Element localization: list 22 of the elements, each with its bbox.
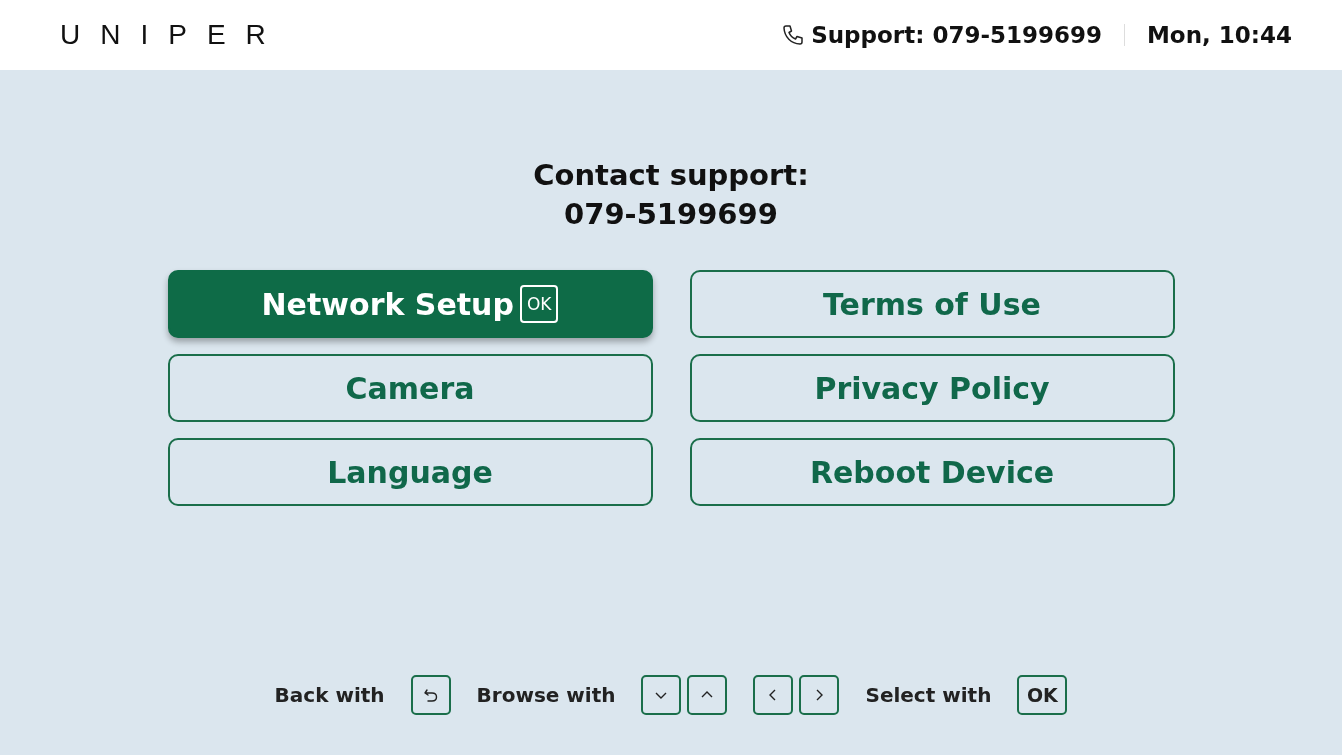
up-key-icon (687, 675, 728, 715)
menu-button[interactable]: Camera (167, 354, 653, 422)
phone-icon (781, 23, 806, 47)
select-hint: Select with (865, 683, 992, 707)
menu-button[interactable]: Terms of Use (689, 270, 1175, 338)
back-hint: Back with (274, 683, 385, 707)
menu-button[interactable]: Privacy Policy (689, 354, 1175, 422)
menu-button[interactable]: Language (167, 438, 653, 506)
browse-hint: Browse with (476, 683, 616, 707)
right-key-icon (799, 675, 840, 715)
ok-key-badge: OK (519, 285, 559, 323)
ok-key: OK (1017, 675, 1068, 715)
left-key-icon (753, 675, 794, 715)
menu-button[interactable]: Reboot Device (689, 438, 1175, 506)
down-key-icon (641, 675, 682, 715)
back-key-icon (410, 675, 451, 715)
contact-title: Contact support: (533, 157, 809, 194)
date-time: Mon, 10:44 (1146, 22, 1292, 48)
logo: UNIPER (60, 19, 286, 51)
menu-button[interactable]: Network Setup OK (167, 270, 653, 338)
support-phone: Support: 079-5199699 (811, 22, 1102, 48)
contact-phone: 079-5199699 (564, 196, 778, 233)
